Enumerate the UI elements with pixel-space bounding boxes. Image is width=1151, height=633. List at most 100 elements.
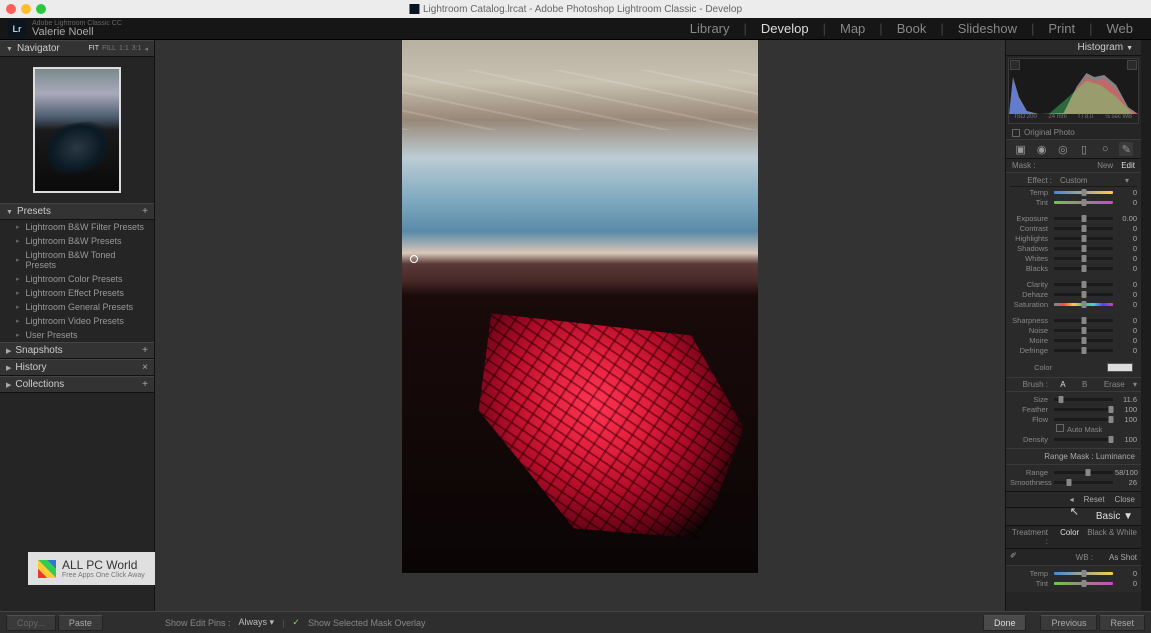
preset-folder[interactable]: Lightroom Video Presets	[0, 314, 154, 328]
slider-row[interactable]: Temp 0	[1010, 568, 1137, 578]
mask-edit[interactable]: Edit	[1121, 161, 1135, 170]
histogram[interactable]: ISO 20024 mmf / 8.0⅛ sec WB	[1008, 58, 1139, 124]
mask-close[interactable]: Close	[1115, 495, 1135, 504]
close-window-button[interactable]	[6, 4, 16, 14]
treatment-color[interactable]: Color	[1060, 528, 1079, 546]
history-header[interactable]: ▶History ×	[0, 359, 154, 376]
snapshots-header[interactable]: ▶Snapshots +	[0, 342, 154, 359]
nav-3to1[interactable]: 3:1	[132, 45, 142, 53]
original-photo-toggle[interactable]: Original Photo	[1006, 126, 1141, 139]
preset-folder[interactable]: Lightroom Color Presets	[0, 272, 154, 286]
photo-preview[interactable]	[402, 40, 758, 573]
watermark-title: ALL PC World	[62, 558, 145, 572]
slider-row[interactable]: Whites 0	[1010, 253, 1137, 263]
module-develop[interactable]: Develop	[761, 21, 809, 36]
adjustment-pin[interactable]	[410, 255, 418, 263]
collections-header[interactable]: ▶Collections +	[0, 376, 154, 393]
module-book[interactable]: Book	[897, 21, 927, 36]
histogram-header[interactable]: Histogram▼	[1006, 40, 1141, 56]
treatment-bw[interactable]: Black & White	[1087, 528, 1137, 546]
effect-mode[interactable]: Custom	[1060, 176, 1088, 185]
copy-button[interactable]: Copy...	[6, 615, 56, 631]
previous-button[interactable]: Previous	[1040, 615, 1097, 631]
nav-fit[interactable]: FIT	[89, 45, 100, 53]
navigator-header[interactable]: ▼Navigator FIT FILL 1:1 3:1 ◂	[0, 40, 154, 57]
minimize-window-button[interactable]	[21, 4, 31, 14]
slider-row[interactable]: Noise 0	[1010, 325, 1137, 335]
show-pins-select[interactable]: Always ▾	[239, 617, 275, 628]
navigator-thumbnail[interactable]	[0, 57, 154, 203]
slider-row[interactable]: Feather 100	[1010, 404, 1137, 414]
module-print[interactable]: Print	[1048, 21, 1075, 36]
brush-erase[interactable]: Erase	[1104, 380, 1125, 389]
slider-row[interactable]: Temp 0	[1010, 187, 1137, 197]
preset-folder[interactable]: Lightroom General Presets	[0, 300, 154, 314]
nav-1to1[interactable]: 1:1	[119, 45, 129, 53]
spot-tool-icon[interactable]: ◉	[1035, 142, 1049, 156]
snapshots-add-icon[interactable]: +	[142, 345, 148, 356]
preset-folder[interactable]: Lightroom Effect Presets	[0, 286, 154, 300]
slider-row[interactable]: Smoothness 26	[1010, 477, 1137, 487]
wb-value[interactable]: As Shot	[1097, 553, 1137, 562]
crop-tool-icon[interactable]: ▣	[1014, 142, 1028, 156]
slider-row[interactable]: Density 100	[1010, 434, 1137, 444]
preset-folder[interactable]: Lightroom B&W Presets	[0, 234, 154, 248]
mask-new[interactable]: New	[1097, 161, 1113, 170]
slider-row[interactable]: Saturation 0	[1010, 299, 1137, 309]
history-clear-icon[interactable]: ×	[142, 362, 148, 373]
slider-row[interactable]: Highlights 0	[1010, 233, 1137, 243]
watermark: ALL PC World Free Apps One Click Away	[28, 552, 155, 585]
zoom-window-button[interactable]	[36, 4, 46, 14]
slider-row[interactable]: Range 58/100	[1010, 467, 1137, 477]
app-icon	[409, 4, 419, 14]
done-button[interactable]: Done	[983, 615, 1027, 631]
slider-row[interactable]: Tint 0	[1010, 578, 1137, 588]
window-title: Lightroom Catalog.lrcat - Adobe Photosho…	[423, 4, 742, 15]
slider-row[interactable]: Defringe 0	[1010, 345, 1137, 355]
brush-b[interactable]: B	[1082, 380, 1087, 389]
preset-folder[interactable]: Lightroom B&W Toned Presets	[0, 248, 154, 272]
module-map[interactable]: Map	[840, 21, 865, 36]
preset-folder[interactable]: User Presets	[0, 328, 154, 342]
preset-folder[interactable]: Lightroom B&W Filter Presets	[0, 220, 154, 234]
lightroom-logo: Lr	[8, 20, 26, 38]
brush-a[interactable]: A	[1060, 380, 1065, 389]
presets-header[interactable]: ▼Presets +	[0, 203, 154, 220]
mask-reset[interactable]: Reset	[1084, 495, 1105, 504]
slider-row[interactable]: Moire 0	[1010, 335, 1137, 345]
nav-fill[interactable]: FILL	[102, 45, 116, 53]
overlay-checkbox[interactable]: ✓	[292, 617, 300, 628]
slider-row[interactable]: Shadows 0	[1010, 243, 1137, 253]
module-web[interactable]: Web	[1107, 21, 1134, 36]
slider-row[interactable]: Flow 100	[1010, 414, 1137, 424]
presets-add-icon[interactable]: +	[142, 206, 148, 217]
reset-button[interactable]: Reset	[1099, 615, 1145, 631]
paste-button[interactable]: Paste	[58, 615, 103, 631]
slider-row[interactable]: Tint 0	[1010, 197, 1137, 207]
module-library[interactable]: Library	[690, 21, 730, 36]
collections-add-icon[interactable]: +	[142, 379, 148, 390]
basic-header[interactable]: Basic ▼	[1006, 508, 1141, 526]
effect-panel: Effect :Custom▾ Temp 0 Tint 0 Exposure 0…	[1006, 172, 1141, 377]
slider-row[interactable]: Blacks 0	[1010, 263, 1137, 273]
slider-row[interactable]: Size 11.6	[1010, 394, 1137, 404]
radial-filter-icon[interactable]: ○	[1098, 142, 1112, 156]
module-slideshow[interactable]: Slideshow	[958, 21, 1017, 36]
color-swatch[interactable]	[1107, 363, 1133, 372]
slider-row[interactable]: Contrast 0	[1010, 223, 1137, 233]
slider-row[interactable]: Sharpness 0	[1010, 315, 1137, 325]
range-mask-header[interactable]: Range Mask : Luminance	[1006, 448, 1141, 464]
canvas-area[interactable]	[155, 40, 1005, 611]
presets-list: Lightroom B&W Filter Presets Lightroom B…	[0, 220, 154, 342]
slider-row[interactable]: Dehaze 0	[1010, 289, 1137, 299]
slider-row[interactable]: Exposure 0.00	[1010, 213, 1137, 223]
tool-strip: ▣ ◉ ◎ ▯ ○ ✎	[1006, 139, 1141, 159]
right-scrollbar[interactable]	[1141, 40, 1151, 611]
brush-bar: Brush : A B Erase ▾	[1006, 377, 1141, 391]
eyedropper-icon[interactable]: ✐	[1010, 551, 1022, 563]
slider-row[interactable]: Clarity 0	[1010, 279, 1137, 289]
brush-tool-icon[interactable]: ✎	[1119, 142, 1133, 156]
redeye-tool-icon[interactable]: ◎	[1056, 142, 1070, 156]
grad-filter-icon[interactable]: ▯	[1077, 142, 1091, 156]
right-panel: Histogram▼ ISO 20024 mmf / 8.0⅛ sec WB O…	[1005, 40, 1141, 611]
